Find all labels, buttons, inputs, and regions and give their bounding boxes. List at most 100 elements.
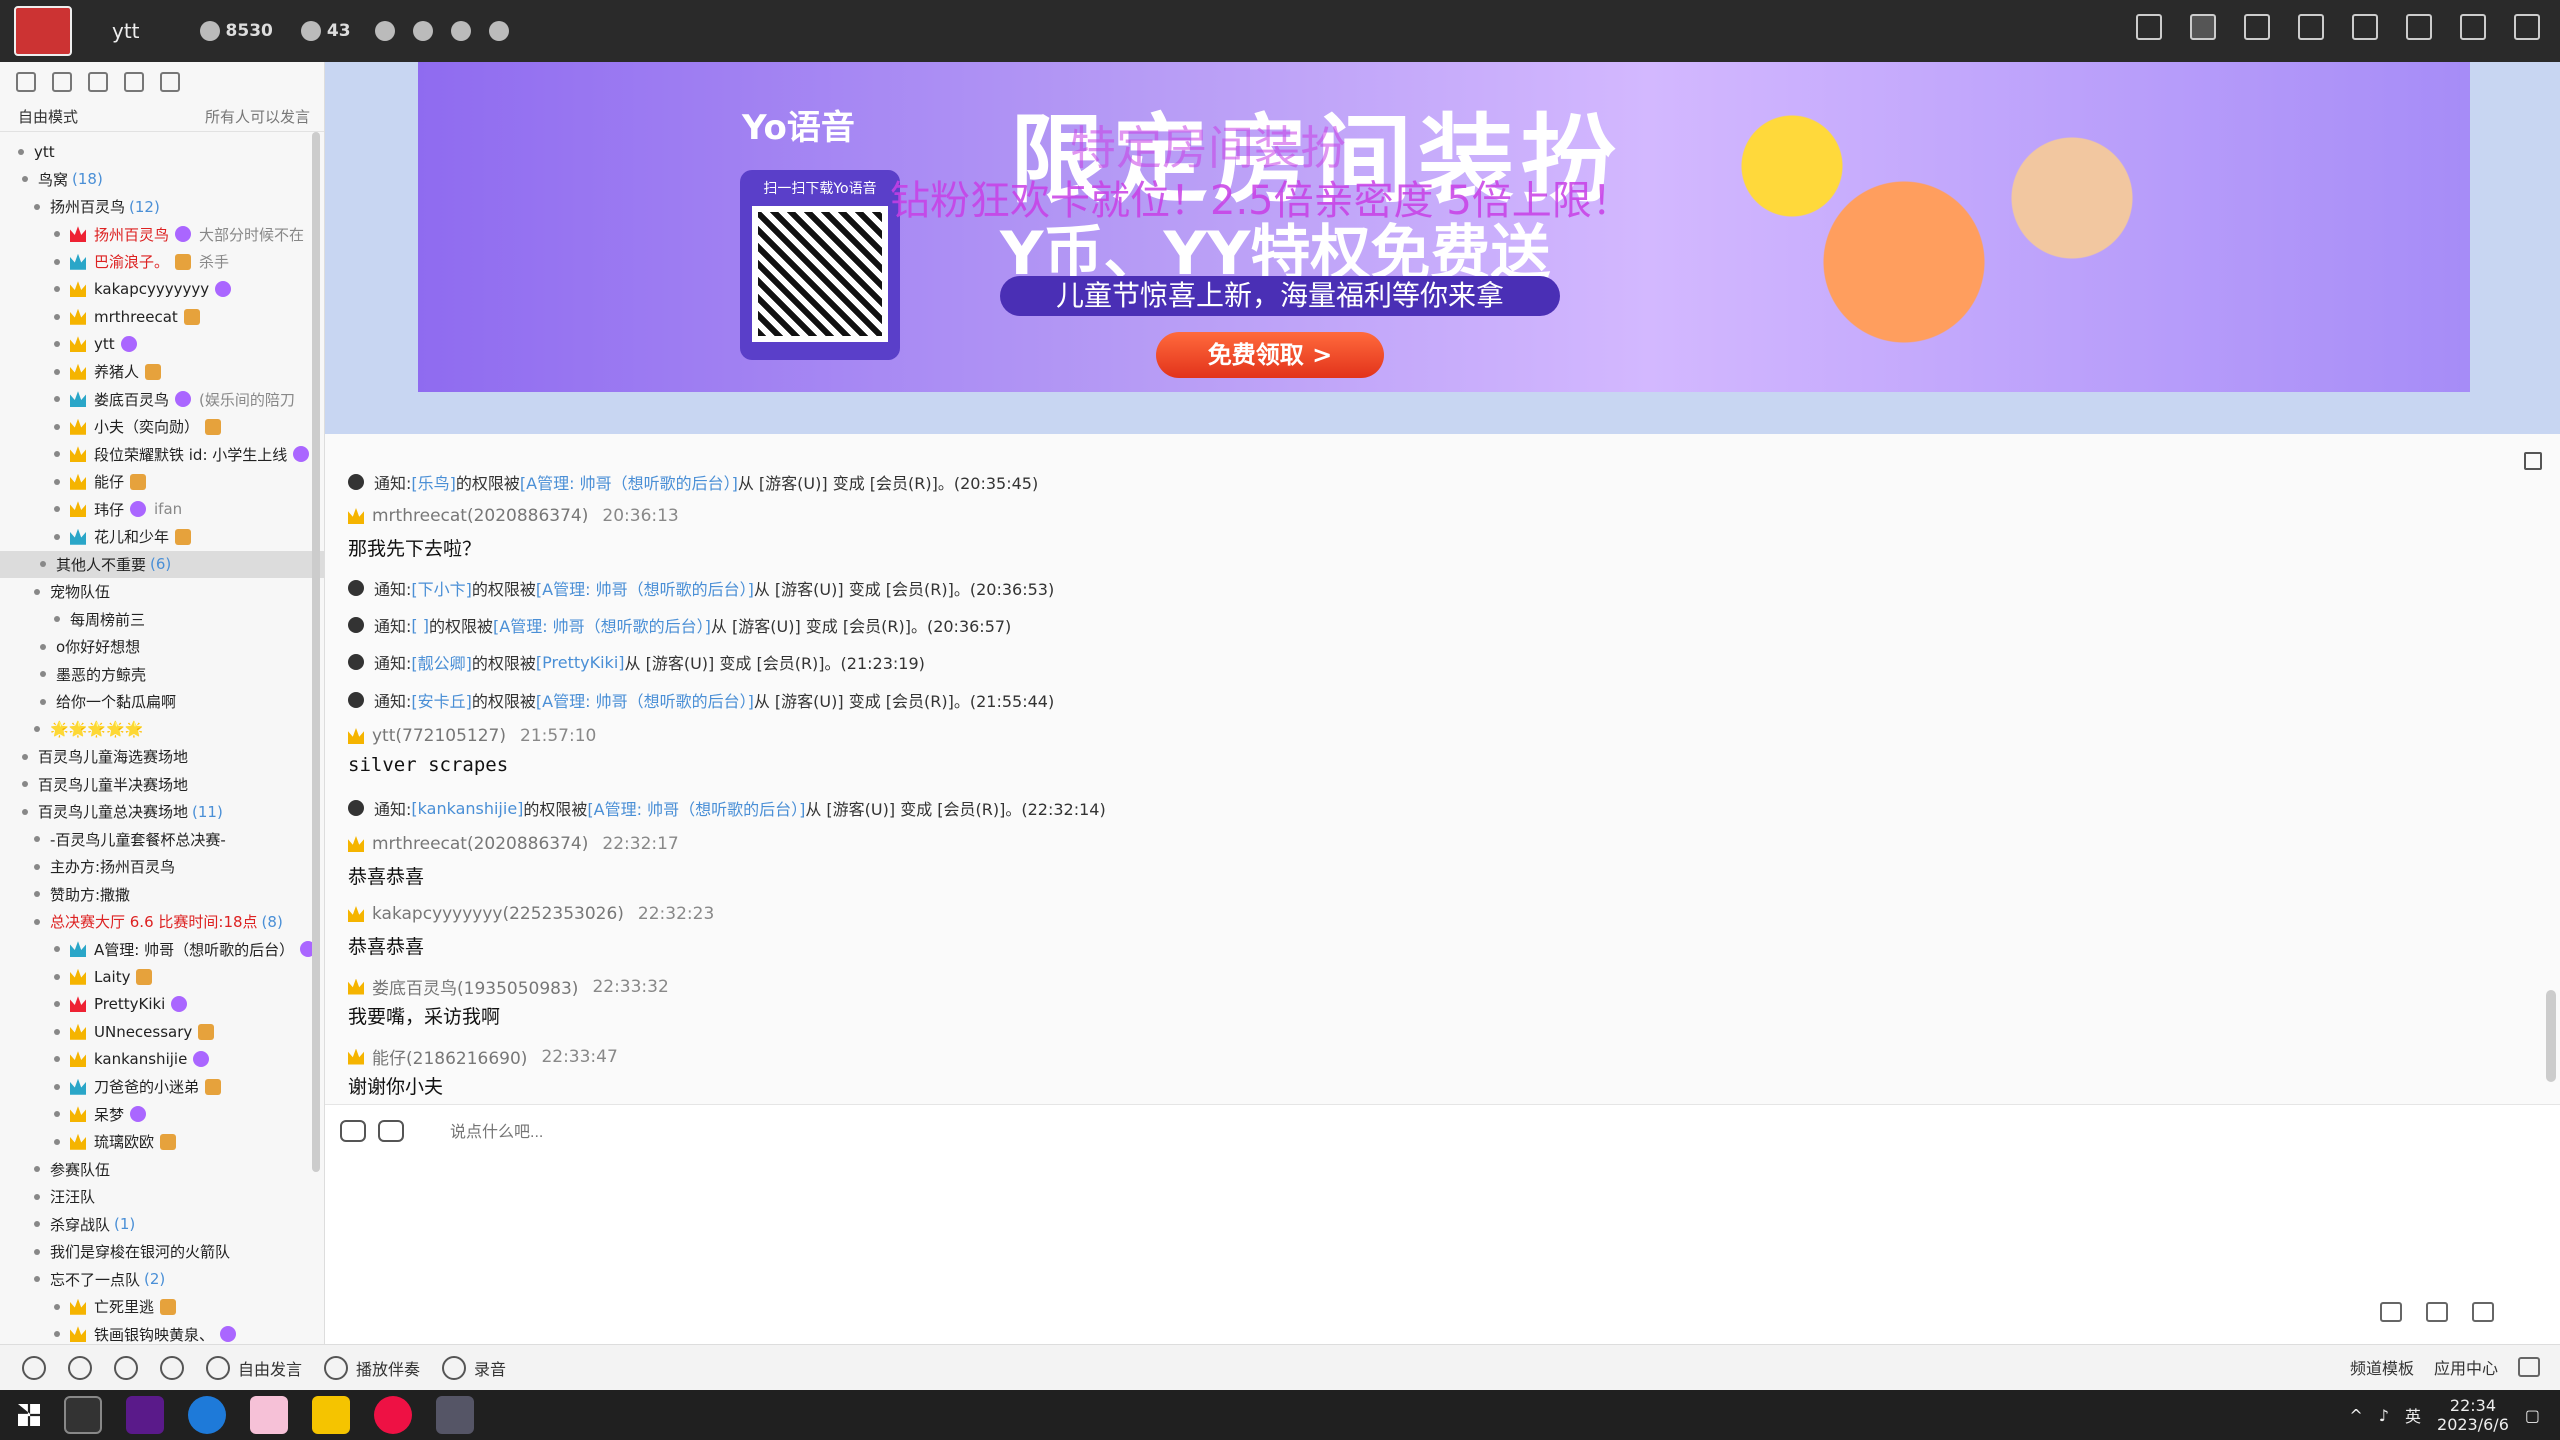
- tree-row[interactable]: kankanshijie: [0, 1046, 324, 1074]
- game-emote-icon[interactable]: [340, 1120, 366, 1142]
- tree-row[interactable]: 我们是穿梭在银河的火箭队: [0, 1238, 324, 1266]
- tree-row[interactable]: 扬州百灵鸟 大部分时候不在: [0, 221, 324, 249]
- notice-who[interactable]: [ ]: [411, 616, 429, 635]
- chat-scrollbar[interactable]: [2546, 990, 2556, 1082]
- gift-icon[interactable]: [2472, 1302, 2494, 1322]
- tree-row[interactable]: 宠物队伍: [0, 578, 324, 606]
- tree-row[interactable]: 亡死里逃: [0, 1293, 324, 1321]
- tree-row[interactable]: 呆梦: [0, 1101, 324, 1129]
- user-icon[interactable]: [16, 72, 36, 92]
- tree-row[interactable]: 总决赛大厅 6.6 比赛时间:18点 (8): [0, 908, 324, 936]
- tree-row[interactable]: 段位荣耀默铁 id: 小学生上线: [0, 441, 324, 469]
- tree-row[interactable]: 杀穿战队 (1): [0, 1211, 324, 1239]
- sender-name[interactable]: 娄底百灵鸟(1935050983): [372, 974, 578, 999]
- scroll-top-icon[interactable]: [2524, 452, 2542, 470]
- notice-who[interactable]: [乐鸟]: [411, 470, 456, 494]
- tree-row[interactable]: 养猪人: [0, 358, 324, 386]
- notice-by[interactable]: [A管理: 帅哥（想听歌的后台）]: [493, 613, 711, 637]
- translate-icon[interactable]: [378, 1120, 404, 1142]
- tree-row[interactable]: 玮仔 ifan: [0, 496, 324, 524]
- notice-who[interactable]: [安卡丘]: [411, 688, 472, 712]
- notes-icon[interactable]: [124, 72, 144, 92]
- location-icon[interactable]: [88, 72, 108, 92]
- notice-who[interactable]: [靓公卿]: [411, 650, 472, 674]
- tree-row[interactable]: 参赛队伍: [0, 1156, 324, 1184]
- tree-row[interactable]: 🌟🌟🌟🌟🌟: [0, 716, 324, 744]
- video-icon[interactable]: [2136, 14, 2162, 40]
- mode-dropdown[interactable]: 自由模式: [18, 106, 78, 127]
- refresh-icon[interactable]: [52, 72, 72, 92]
- chat-input[interactable]: [450, 1120, 1950, 1146]
- tree-row[interactable]: 主办方:扬州百灵鸟: [0, 853, 324, 881]
- power-button[interactable]: [2514, 14, 2540, 40]
- tree-row[interactable]: 百灵鸟儿童海选赛场地: [0, 743, 324, 771]
- tree-row[interactable]: -百灵鸟儿童套餐杯总决赛-: [0, 826, 324, 854]
- taskbar-app-7[interactable]: [436, 1396, 474, 1434]
- home-icon[interactable]: [2190, 14, 2216, 40]
- tree-row[interactable]: mrthreecat: [0, 303, 324, 331]
- notice-who[interactable]: [kankanshijie]: [411, 799, 523, 818]
- share-icon[interactable]: [450, 21, 471, 41]
- sender-name[interactable]: kakapcyyyyyyy(2252353026): [372, 904, 624, 924]
- tree-row[interactable]: A管理: 帅哥（想听歌的后台）: [0, 936, 324, 964]
- notice-by[interactable]: [A管理: 帅哥（想听歌的后台）]: [536, 576, 754, 600]
- ime-indicator[interactable]: 英: [2405, 1403, 2421, 1427]
- tree-row[interactable]: 汪汪队: [0, 1183, 324, 1211]
- tree-row[interactable]: 鸟窝 (18): [0, 166, 324, 194]
- tree-row[interactable]: kakapcyyyyyyy: [0, 276, 324, 304]
- tree-row[interactable]: ytt: [0, 138, 324, 166]
- gamepad-icon[interactable]: [2298, 14, 2324, 40]
- search-icon[interactable]: [160, 72, 180, 92]
- free-speak-button[interactable]: 自由发言: [206, 1355, 302, 1380]
- taskbar-clock[interactable]: 22:34 2023/6/6: [2437, 1396, 2509, 1434]
- tree-row[interactable]: Laity: [0, 963, 324, 991]
- free-claim-button[interactable]: 免费领取 >: [1156, 332, 1384, 378]
- sender-name[interactable]: ytt(772105127): [372, 726, 506, 746]
- accompany-button[interactable]: 播放伴奏: [324, 1355, 420, 1380]
- self-avatar[interactable]: [22, 1355, 46, 1380]
- tree-row[interactable]: 刀爸爸的小迷弟: [0, 1073, 324, 1101]
- restore-button[interactable]: [2460, 14, 2486, 40]
- chevron-up-icon[interactable]: ^: [2349, 1406, 2362, 1425]
- notice-by[interactable]: [A管理: 帅哥（想听歌的后台）]: [587, 796, 805, 820]
- tree-row[interactable]: 花儿和少年: [0, 523, 324, 551]
- tree-row[interactable]: 娄底百灵鸟 (娱乐间的陪刀: [0, 386, 324, 414]
- channel-avatar[interactable]: [14, 6, 72, 56]
- notice-by[interactable]: [A管理: 帅哥（想听歌的后台）]: [520, 470, 738, 494]
- windows-start-icon[interactable]: [18, 1404, 40, 1426]
- taskbar-app-3[interactable]: [188, 1396, 226, 1434]
- speaker-button[interactable]: [68, 1355, 92, 1380]
- download-icon[interactable]: [2352, 14, 2378, 40]
- record-button[interactable]: 录音: [442, 1355, 506, 1380]
- notice-who[interactable]: [下小卞]: [411, 576, 472, 600]
- taskbar-app-next[interactable]: [126, 1396, 164, 1434]
- tree-row[interactable]: 琉璃欧欧: [0, 1128, 324, 1156]
- tree-row[interactable]: 其他人不重要 (6): [0, 550, 324, 578]
- info-icon[interactable]: [488, 21, 509, 41]
- list-icon[interactable]: [2244, 14, 2270, 40]
- tree-row[interactable]: 百灵鸟儿童总决赛场地 (11): [0, 798, 324, 826]
- tree-row[interactable]: ytt: [0, 331, 324, 359]
- tree-row[interactable]: 给你一个黏瓜扁啊: [0, 688, 324, 716]
- mic-button[interactable]: [114, 1355, 138, 1380]
- tree-row[interactable]: UNnecessary: [0, 1018, 324, 1046]
- tree-row[interactable]: 每周榜前三: [0, 606, 324, 634]
- enter-icon[interactable]: [2380, 1302, 2402, 1322]
- star-icon[interactable]: [374, 21, 395, 41]
- taskbar-app-yy[interactable]: [312, 1396, 350, 1434]
- tree-row[interactable]: 赞助方:撒撒: [0, 881, 324, 909]
- tree-scrollbar[interactable]: [312, 132, 320, 1172]
- sender-name[interactable]: 能仔(2186216690): [372, 1044, 527, 1069]
- taskbar-app-6[interactable]: [374, 1396, 412, 1434]
- notice-by[interactable]: [PrettyKiki]: [536, 653, 625, 672]
- tree-row[interactable]: 小夫（奕向勋）: [0, 413, 324, 441]
- tree-row[interactable]: 能仔: [0, 468, 324, 496]
- tree-row[interactable]: o你好好想想: [0, 633, 324, 661]
- app-center-button[interactable]: 应用中心: [2434, 1355, 2498, 1379]
- plane-icon[interactable]: [412, 21, 433, 41]
- tree-row[interactable]: PrettyKiki: [0, 991, 324, 1019]
- notice-by[interactable]: [A管理: 帅哥（想听歌的后台）]: [536, 688, 754, 712]
- taskbar-app-4[interactable]: [250, 1396, 288, 1434]
- notification-icon[interactable]: ▢: [2525, 1406, 2540, 1425]
- tree-row[interactable]: 忘不了一点队 (2): [0, 1266, 324, 1294]
